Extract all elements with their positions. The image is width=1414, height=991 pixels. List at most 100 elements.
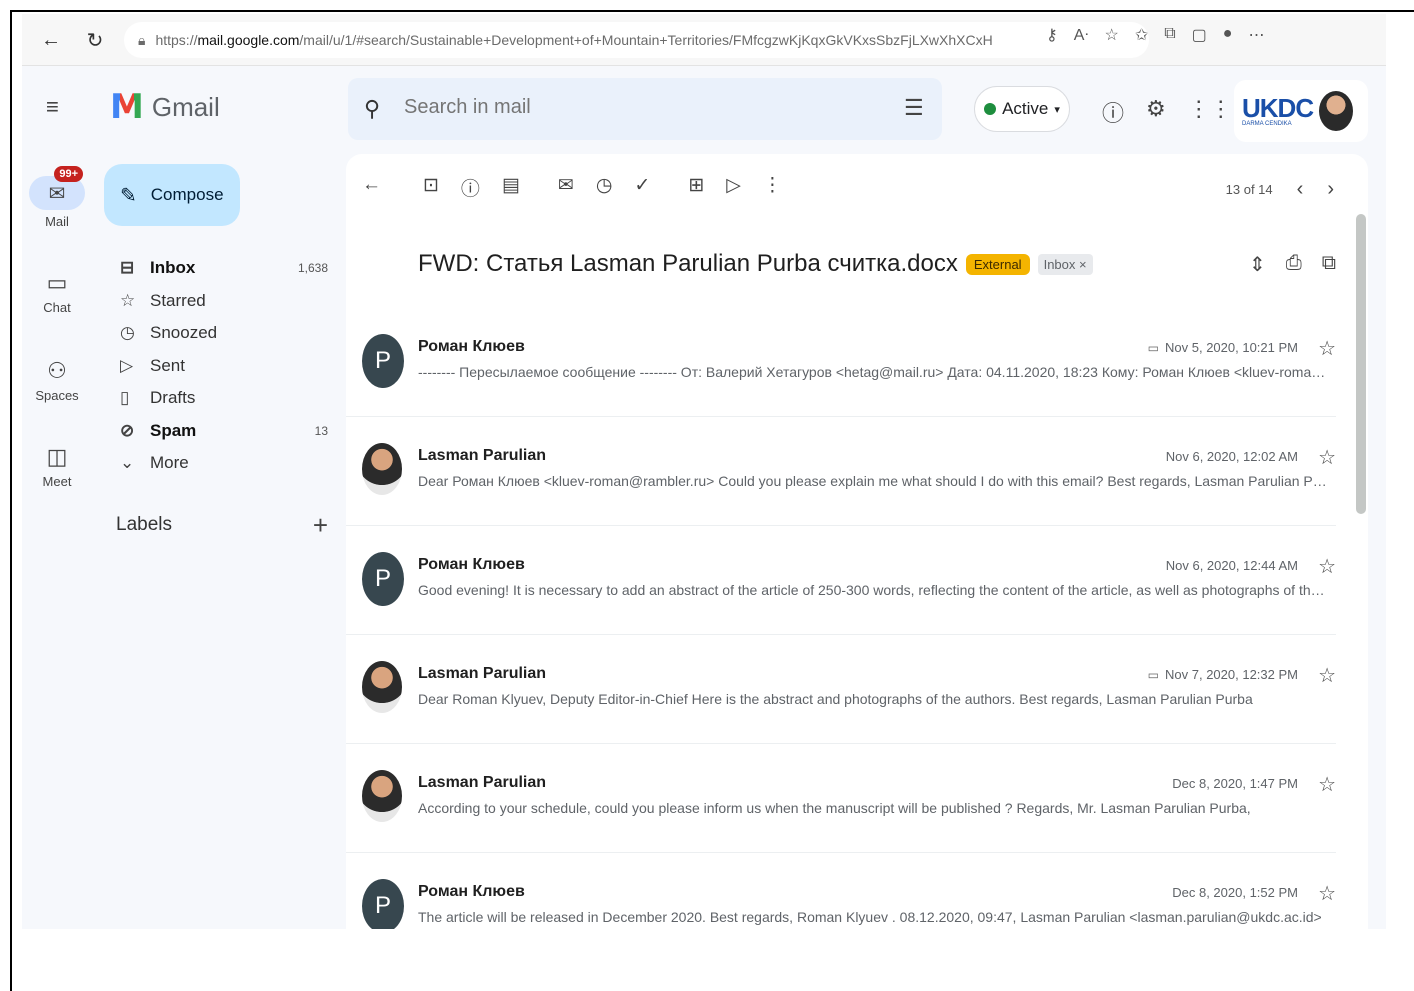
attachment-icon: ▭ [1147, 340, 1160, 355]
star-icon[interactable]: ☆ [1318, 554, 1336, 579]
message-snippet: Dear Роман Клюев <kluev-roman@rambler.ru… [418, 473, 1330, 489]
compose-button[interactable]: ✎ Compose [104, 164, 240, 226]
nav-item-spam[interactable]: ⊘ Spam 13 [114, 415, 334, 448]
label-icon[interactable]: ▷ [726, 174, 741, 201]
expand-all-icon[interactable]: ⇕ [1249, 252, 1266, 277]
lock-icon: 🔒︎ [138, 31, 146, 48]
message-date: Nov 6, 2020, 12:02 AM [1166, 449, 1298, 464]
print-icon[interactable]: ⎙ [1286, 252, 1302, 277]
table-row[interactable]: Lasman Parulian Dear Roman Klyuev, Deputy… [346, 635, 1336, 744]
status-selector[interactable]: Active ▾ [974, 86, 1070, 132]
star-icon: ☆ [120, 290, 136, 310]
read-aloud-icon[interactable]: Aᐧ [1074, 25, 1089, 45]
table-row[interactable]: P Роман Клюев The article will be released… [346, 853, 1336, 929]
avatar[interactable]: P [362, 552, 404, 606]
table-row[interactable]: Lasman Parulian Dear Роман Клюев <kluev-r… [346, 417, 1336, 526]
message-date: ▭ Nov 5, 2020, 10:21 PM [1148, 340, 1298, 355]
rail-mail[interactable]: ✉ 99+ Mail [22, 166, 92, 229]
rail-chat-label: Chat [43, 300, 71, 315]
message-snippet: Good evening! It is necessary to add an … [418, 582, 1330, 598]
message-snippet: Dear Roman Klyuev, Deputy Editor-in-Chie… [418, 691, 1253, 707]
url-host: mail.google.com [197, 32, 300, 48]
nav-item-snoozed[interactable]: ◷ Snoozed [114, 317, 334, 350]
message-snippet: The article will be released in December… [418, 909, 1322, 925]
report-spam-icon[interactable]: ⓘ [461, 174, 480, 201]
back-to-list-icon[interactable]: ← [362, 174, 381, 201]
search-options-icon[interactable]: ☰ [904, 95, 924, 121]
reload-icon[interactable]: ↻ [80, 25, 110, 55]
avatar[interactable]: P [362, 879, 404, 929]
star-icon[interactable]: ☆ [1318, 772, 1336, 797]
inbox-label-chip[interactable]: Inbox × [1037, 253, 1093, 275]
table-row[interactable]: P Роман Клюев -------- Пересылаемое сообще… [346, 308, 1336, 417]
add-label-icon[interactable]: + [313, 510, 328, 541]
org-logo-subtext: DARMA CENDIKA [1242, 121, 1292, 127]
favorite-add-icon[interactable]: ☆ [1104, 25, 1118, 45]
scrollbar[interactable] [1356, 214, 1366, 514]
sender-name: Роман Клюев [418, 556, 525, 573]
clock-icon: ◷ [120, 323, 135, 343]
meet-icon: ◫ [46, 444, 68, 469]
message-date-text: Nov 7, 2020, 12:32 PM [1165, 667, 1298, 682]
spam-count: 13 [314, 423, 328, 438]
sender-name: Роман Клюев [418, 338, 525, 355]
inbox-count: 1,638 [297, 261, 328, 276]
rail-chat[interactable]: ▭ Chat [22, 270, 92, 315]
labels-title: Labels [116, 514, 172, 535]
pager: 13 of 14 ‹ › [1226, 178, 1334, 201]
table-row[interactable]: Lasman Parulian According to your schedul… [346, 744, 1336, 853]
key-icon[interactable]: ⚷ [1046, 25, 1058, 45]
prev-icon[interactable]: ‹ [1297, 178, 1304, 201]
url-prefix: https:// [155, 32, 198, 48]
nav-item-drafts[interactable]: ▯ Drafts [114, 382, 334, 415]
avatar[interactable]: P [362, 334, 404, 388]
snooze-icon[interactable]: ◷ [596, 174, 613, 201]
message-date: Nov 6, 2020, 12:44 AM [1166, 558, 1298, 573]
search-bar: ⚲ ☰ [348, 78, 942, 140]
profile-icon[interactable]: ● [1223, 25, 1233, 45]
star-icon[interactable]: ☆ [1318, 336, 1336, 361]
open-new-window-icon[interactable]: ⧉ [1322, 252, 1336, 277]
address-bar[interactable]: 🔒︎ https://mail.google.com/mail/u/1/#sea… [124, 22, 1149, 58]
gear-icon[interactable]: ⚙ [1146, 96, 1166, 128]
collections-icon[interactable]: ⧉ [1164, 25, 1175, 45]
message-date: Dec 8, 2020, 1:47 PM [1172, 776, 1298, 791]
org-logo: UKDC DARMA CENDIKA [1242, 95, 1314, 127]
account-switcher[interactable]: UKDC DARMA CENDIKA [1234, 80, 1368, 142]
add-task-icon[interactable]: ✓ [634, 174, 650, 201]
next-icon[interactable]: › [1327, 178, 1334, 201]
star-icon[interactable]: ☆ [1318, 445, 1336, 470]
pager-text: 13 of 14 [1225, 182, 1273, 197]
star-icon[interactable]: ☆ [1318, 881, 1336, 906]
more-icon[interactable]: ⋯ [1248, 25, 1264, 45]
rail-spaces[interactable]: ⚇ Spaces [22, 358, 92, 403]
page-title: FWD: Статья Lasman Parulian Purba считка… [418, 250, 958, 277]
move-to-icon[interactable]: ⊞ [688, 174, 704, 201]
rail-meet[interactable]: ◫ Meet [22, 444, 92, 489]
avatar [1319, 91, 1354, 131]
search-icon[interactable]: ⚲ [364, 96, 380, 122]
avatar[interactable] [362, 770, 402, 822]
more-vert-icon[interactable]: ⋮ [763, 174, 782, 201]
spaces-icon: ⚇ [47, 358, 67, 383]
favorites-icon[interactable]: ✩ [1135, 25, 1148, 45]
avatar[interactable] [362, 661, 402, 713]
extension-icon[interactable]: ▢ [1192, 25, 1207, 45]
archive-icon[interactable]: ⊡ [423, 174, 439, 201]
gmail-logo[interactable]: M Gmail [110, 90, 220, 124]
main-menu-icon[interactable]: ≡ [46, 94, 59, 120]
search-input[interactable] [404, 96, 874, 119]
message-date-text: Nov 6, 2020, 12:02 AM [1165, 449, 1298, 464]
back-arrow-icon[interactable]: ← [36, 25, 66, 55]
nav-item-sent[interactable]: ▷ Sent [114, 350, 334, 383]
table-row[interactable]: P Роман Клюев Good evening! It is necessar… [346, 526, 1336, 635]
mark-unread-icon[interactable]: ✉ [558, 174, 574, 201]
nav-item-inbox[interactable]: ⊟ Inbox 1,638 [114, 252, 334, 285]
trash-icon[interactable]: ▤ [502, 174, 520, 201]
nav-item-more[interactable]: ⌄ More [114, 447, 334, 480]
avatar[interactable] [362, 443, 402, 495]
star-icon[interactable]: ☆ [1318, 663, 1336, 688]
help-icon[interactable]: ⓘ [1102, 96, 1124, 128]
nav-item-starred[interactable]: ☆ Starred [114, 285, 334, 318]
browser-toolbar: ← ↻ 🔒︎ https://mail.google.com/mail/u/1/… [22, 14, 1386, 66]
